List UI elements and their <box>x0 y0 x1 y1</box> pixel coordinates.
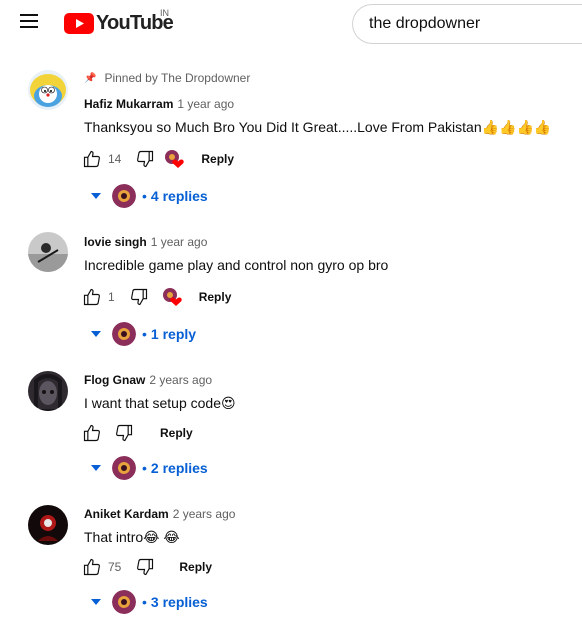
chevron-down-icon <box>91 193 101 199</box>
dislike-icon[interactable] <box>112 421 136 445</box>
search-input[interactable]: the dropdowner <box>352 4 582 44</box>
reply-button[interactable]: Reply <box>179 560 212 574</box>
reply-button[interactable]: Reply <box>160 426 193 440</box>
creator-heart-icon <box>163 148 185 170</box>
chevron-down-icon <box>91 465 101 471</box>
comment-text: I want that setup code😍 <box>84 395 236 411</box>
comment-time[interactable]: 1 year ago <box>177 97 234 111</box>
masthead: YouTube IN the dropdowner <box>0 0 582 48</box>
comment-header: lovie singh 1 year ago <box>84 235 207 249</box>
creator-avatar <box>112 590 136 614</box>
replies-count: 3 replies <box>150 594 208 610</box>
avatar[interactable] <box>28 371 68 411</box>
replies-count: 2 replies <box>150 460 208 476</box>
dislike-icon[interactable] <box>127 285 151 309</box>
comment-text: That intro😂 😂 <box>84 529 180 545</box>
comment-header: Hafiz Mukarram 1 year ago <box>84 97 234 111</box>
view-replies-button[interactable]: • 3 replies <box>88 589 208 615</box>
view-replies-button[interactable]: • 4 replies <box>88 183 208 209</box>
comment-author[interactable]: Aniket Kardam <box>84 507 169 521</box>
like-icon[interactable] <box>80 147 104 171</box>
like-icon[interactable] <box>80 421 104 445</box>
dislike-icon[interactable] <box>133 555 157 579</box>
like-count: 14 <box>108 152 122 166</box>
avatar[interactable] <box>28 505 68 545</box>
search-query: the dropdowner <box>369 15 481 32</box>
chevron-down-icon <box>91 599 101 605</box>
pin-icon: 📌 <box>84 72 97 84</box>
creator-avatar <box>112 322 136 346</box>
comment-actions: 1 Reply <box>80 285 231 309</box>
comment-text: Incredible game play and control non gyr… <box>84 257 389 273</box>
replies-count: 4 replies <box>150 188 208 204</box>
reply-button[interactable]: Reply <box>199 290 232 304</box>
comment-author[interactable]: Flog Gnaw <box>84 373 145 387</box>
creator-avatar <box>112 184 136 208</box>
avatar[interactable] <box>28 70 68 110</box>
like-count: 75 <box>108 560 122 574</box>
like-count: 1 <box>108 290 115 304</box>
comment-header: Aniket Kardam 2 years ago <box>84 507 235 521</box>
comment-text: Thanksyou so Much Bro You Did It Great..… <box>84 119 552 135</box>
comment-actions: Reply <box>80 421 193 445</box>
comment-actions: 75 Reply <box>80 555 212 579</box>
replies-count: 1 reply <box>150 326 197 342</box>
like-icon[interactable] <box>80 285 104 309</box>
creator-avatar <box>112 456 136 480</box>
avatar[interactable] <box>28 232 68 272</box>
country-code: IN <box>160 8 169 18</box>
reply-button[interactable]: Reply <box>201 152 234 166</box>
comment-time[interactable]: 2 years ago <box>149 373 212 387</box>
dislike-icon[interactable] <box>133 147 157 171</box>
youtube-play-icon <box>64 12 94 34</box>
view-replies-button[interactable]: • 1 reply <box>88 321 196 347</box>
comment-time[interactable]: 1 year ago <box>151 235 208 249</box>
comment-author[interactable]: Hafiz Mukarram <box>84 97 173 111</box>
comment-author[interactable]: lovie singh <box>84 235 147 249</box>
comment-actions: 14 Reply <box>80 147 234 171</box>
comment-time[interactable]: 2 years ago <box>173 507 236 521</box>
like-icon[interactable] <box>80 555 104 579</box>
chevron-down-icon <box>91 331 101 337</box>
pinned-label: 📌 Pinned by The Dropdowner <box>84 71 251 85</box>
comment-header: Flog Gnaw 2 years ago <box>84 373 212 387</box>
view-replies-button[interactable]: • 2 replies <box>88 455 208 481</box>
creator-heart-icon <box>161 286 183 308</box>
menu-icon[interactable] <box>20 14 38 28</box>
youtube-logo[interactable]: YouTube IN <box>64 8 174 35</box>
